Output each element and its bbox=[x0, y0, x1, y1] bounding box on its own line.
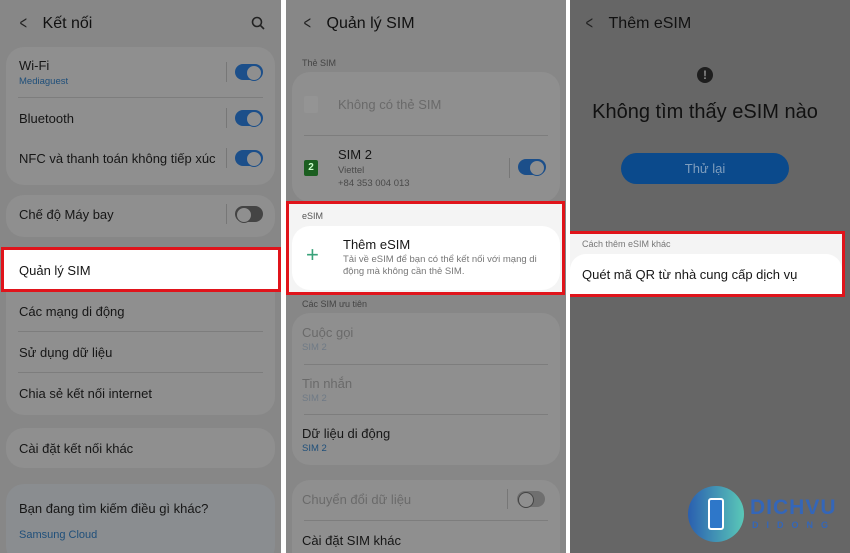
plus-icon: + bbox=[306, 242, 319, 267]
card bbox=[292, 72, 560, 202]
back-icon[interactable]: < bbox=[304, 13, 311, 34]
messages-item: Tin nhắn bbox=[302, 376, 353, 391]
airplane-toggle[interactable] bbox=[235, 206, 263, 223]
logo-icon bbox=[688, 486, 744, 542]
page-title: Thêm eSIM bbox=[608, 14, 692, 32]
hotspot-item[interactable]: Chia sẻ kết nối internet bbox=[19, 386, 152, 401]
section-label: eSIM bbox=[302, 211, 324, 221]
no-sim-item: Không có thẻ SIM bbox=[338, 97, 442, 112]
airplane-mode-item[interactable]: Chế độ Máy bay bbox=[19, 207, 114, 222]
back-icon[interactable]: < bbox=[586, 13, 593, 34]
sim2-number: +84 353 004 013 bbox=[338, 178, 410, 189]
bluetooth-toggle[interactable] bbox=[235, 110, 263, 127]
data-usage-item[interactable]: Sử dụng dữ liệu bbox=[19, 345, 112, 360]
calls-sim: SIM 2 bbox=[302, 342, 327, 353]
nfc-item[interactable]: NFC và thanh toán không tiếp xúc bbox=[19, 151, 216, 166]
logo-text: DICHVU bbox=[750, 496, 837, 519]
mobile-data-sim: SIM 2 bbox=[302, 443, 327, 454]
sim2-carrier: Viettel bbox=[338, 165, 365, 176]
bluetooth-item[interactable]: Bluetooth bbox=[19, 111, 74, 126]
connections-panel: < Kết nối Wi-Fi Mediaguest Bluetooth NFC… bbox=[0, 0, 281, 553]
page-title: Quản lý SIM bbox=[326, 14, 415, 32]
suggest-card bbox=[6, 484, 275, 553]
data-switch-toggle[interactable] bbox=[517, 491, 545, 508]
page-title: Kết nối bbox=[42, 14, 93, 32]
logo-subtext: DIDONG bbox=[752, 520, 836, 530]
section-label: Thẻ SIM bbox=[302, 58, 337, 68]
section-label: Cách thêm eSIM khác bbox=[582, 239, 671, 249]
add-esim-panel: < Thêm eSIM ! Không tìm thấy eSIM nào Th… bbox=[570, 0, 850, 553]
wifi-network: Mediaguest bbox=[19, 76, 69, 87]
wifi-toggle[interactable] bbox=[235, 64, 263, 81]
scan-qr-label: Quét mã QR từ nhà cung cấp dịch vụ bbox=[582, 267, 798, 282]
add-esim-title: Thêm eSIM bbox=[343, 237, 411, 252]
retry-button[interactable]: Thử lại bbox=[621, 153, 789, 184]
other-sim-settings-item[interactable]: Cài đặt SIM khác bbox=[302, 533, 401, 548]
alert-icon: ! bbox=[697, 67, 713, 83]
data-switch-item: Chuyển đổi dữ liệu bbox=[302, 492, 412, 507]
add-esim-desc: động mà không cần thẻ SIM. bbox=[343, 266, 465, 277]
sim2-toggle[interactable] bbox=[518, 159, 546, 176]
sim-manager-panel: < Quản lý SIM Thẻ SIM Không có thẻ SIM 2… bbox=[286, 0, 566, 553]
header: < Kết nối bbox=[18, 13, 93, 34]
header: < Thêm eSIM bbox=[584, 13, 692, 34]
section-label: Các SIM ưu tiên bbox=[302, 299, 368, 309]
add-esim-desc: Tải về eSIM để bạn có thể kết nối với mạ… bbox=[343, 254, 537, 265]
sim2-name[interactable]: SIM 2 bbox=[338, 147, 372, 162]
no-esim-message: Không tìm thấy eSIM nào bbox=[592, 101, 818, 123]
messages-sim: SIM 2 bbox=[302, 393, 327, 404]
search-icon[interactable] bbox=[251, 16, 265, 30]
sim-card-icon bbox=[304, 96, 318, 113]
samsung-cloud-link[interactable]: Samsung Cloud bbox=[19, 529, 97, 541]
more-connection-settings-item[interactable]: Cài đặt kết nối khác bbox=[19, 441, 133, 456]
back-icon[interactable]: < bbox=[20, 13, 27, 34]
mobile-networks-item[interactable]: Các mạng di động bbox=[19, 304, 125, 319]
suggest-title: Bạn đang tìm kiếm điều gì khác? bbox=[19, 501, 209, 516]
header: < Quản lý SIM bbox=[302, 13, 415, 34]
nfc-toggle[interactable] bbox=[235, 150, 263, 167]
sim-manager-item[interactable]: Quản lý SIM bbox=[19, 263, 91, 278]
mobile-data-item[interactable]: Dữ liệu di động bbox=[302, 426, 390, 441]
calls-item: Cuộc gọi bbox=[302, 325, 354, 340]
wifi-item[interactable]: Wi-Fi bbox=[19, 58, 49, 73]
sim2-badge-icon: 2 bbox=[304, 160, 318, 176]
